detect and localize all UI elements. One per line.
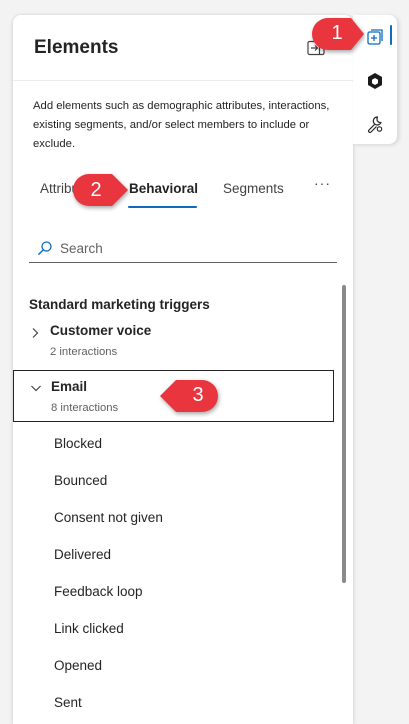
add-elements-icon[interactable]	[365, 27, 385, 47]
callout-number: 3	[192, 384, 204, 406]
scrollbar[interactable]	[342, 285, 346, 583]
callout-badge-3: 3	[158, 376, 224, 418]
tab-more-button[interactable]: ···	[314, 175, 331, 191]
list-item[interactable]: Blocked	[54, 436, 102, 451]
callout-badge-2: 2	[68, 171, 130, 213]
callout-badge-1: 1	[307, 14, 365, 56]
header-divider	[13, 80, 353, 81]
search-icon	[37, 240, 53, 256]
tab-behavioral[interactable]: Behavioral	[129, 181, 198, 196]
panel-title: Elements	[34, 37, 119, 58]
list-item[interactable]: Feedback loop	[54, 584, 143, 599]
copilot-icon[interactable]	[365, 71, 385, 91]
group-count: 2 interactions	[50, 346, 118, 358]
panel-description: Add elements such as demographic attribu…	[33, 100, 330, 150]
group-label: Customer voice	[50, 323, 152, 338]
active-rail-indicator	[390, 25, 392, 45]
callout-number: 1	[331, 22, 343, 44]
list-item[interactable]: Link clicked	[54, 621, 124, 636]
list-item[interactable]: Delivered	[54, 547, 111, 562]
list-item[interactable]: Sent	[54, 695, 82, 710]
chevron-right-icon	[29, 326, 41, 338]
search-box[interactable]	[29, 235, 337, 263]
list-item[interactable]: Bounced	[54, 473, 107, 488]
elements-panel: Elements Add elements such as demographi…	[13, 15, 353, 724]
group-customer-voice[interactable]: Customer voice 2 interactions	[13, 316, 334, 370]
callout-number: 2	[90, 179, 102, 201]
selected-tab-indicator	[128, 206, 197, 208]
group-count: 8 interactions	[51, 402, 119, 414]
group-label: Email	[51, 379, 88, 394]
section-heading: Standard marketing triggers	[29, 297, 210, 312]
search-input[interactable]	[60, 238, 330, 258]
list-item[interactable]: Consent not given	[54, 510, 163, 525]
list-item[interactable]: Opened	[54, 658, 102, 673]
wrench-settings-icon[interactable]	[365, 114, 385, 134]
chevron-down-icon	[30, 381, 42, 393]
tab-segments[interactable]: Segments	[223, 181, 284, 196]
